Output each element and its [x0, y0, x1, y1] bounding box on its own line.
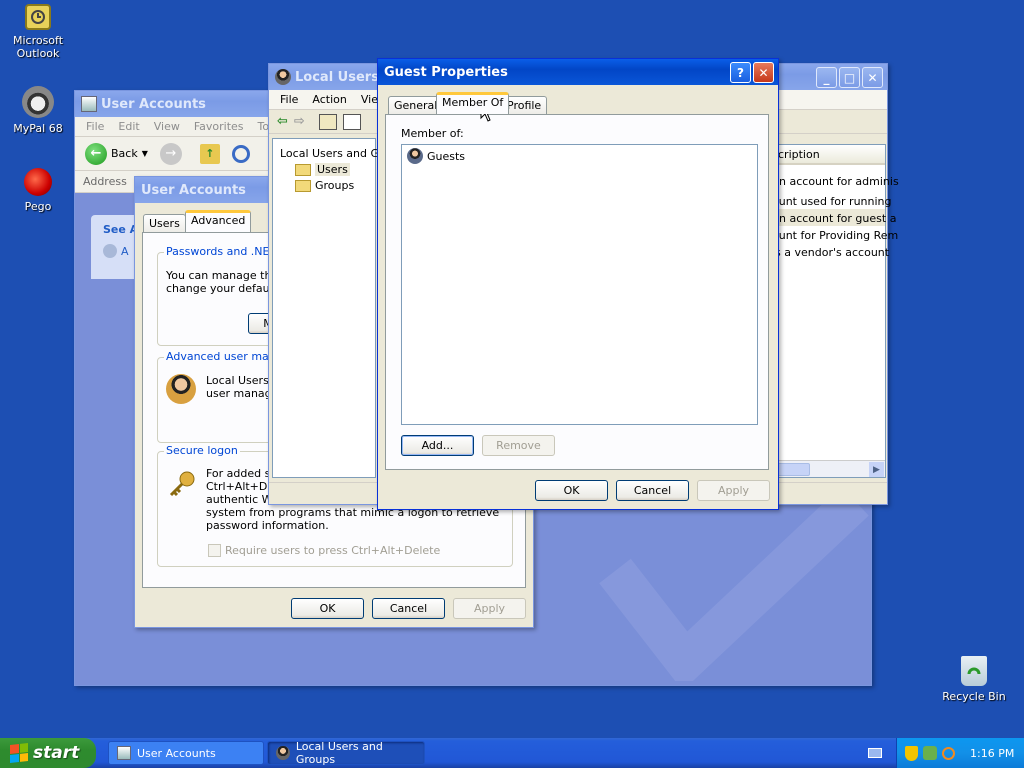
menu-edit[interactable]: Edit	[111, 120, 146, 133]
menu-action[interactable]: Action	[305, 93, 353, 106]
clock[interactable]: 1:16 PM	[970, 747, 1014, 760]
apply-button[interactable]: Apply	[453, 598, 526, 619]
menu-file[interactable]: File	[79, 120, 111, 133]
windows-flag-icon	[10, 743, 28, 763]
folder-icon	[295, 163, 311, 176]
user-accounts-icon	[117, 746, 131, 760]
pego-icon	[24, 168, 52, 196]
menu-favorites[interactable]: Favorites	[187, 120, 251, 133]
user-accounts-icon	[81, 96, 97, 112]
title-bar[interactable]: Guest Properties ? ✕	[378, 59, 778, 85]
guest-properties-dialog: Guest Properties ? ✕ General Member Of P…	[377, 58, 779, 510]
system-tray: 1:16 PM	[896, 738, 1024, 768]
ok-button[interactable]: OK	[535, 480, 608, 501]
desktop-icon-pego[interactable]: Pego	[0, 168, 76, 213]
raccoon-icon	[22, 86, 54, 118]
accounts-icon	[103, 244, 117, 258]
desktop-icon-label: Pego	[24, 200, 52, 213]
dialog-title: Guest Properties	[384, 64, 508, 80]
up-folder-icon[interactable]	[318, 113, 337, 130]
network-icon[interactable]	[923, 746, 937, 760]
users-icon	[276, 746, 290, 760]
back-button[interactable]: Back	[111, 147, 138, 160]
close-button[interactable]: ✕	[753, 62, 774, 83]
show-hide-tree-icon[interactable]	[342, 113, 361, 130]
window-controls: ? ✕	[730, 62, 774, 83]
key-icon	[168, 470, 196, 498]
search-icon[interactable]	[231, 144, 250, 163]
chevron-down-icon[interactable]: ▼	[142, 149, 148, 158]
cancel-button[interactable]: Cancel	[616, 480, 689, 501]
checkbox-label: Require users to press Ctrl+Alt+Delete	[225, 544, 441, 557]
tree-root[interactable]: Local Users and G	[273, 139, 379, 160]
menu-view[interactable]: View	[147, 120, 187, 133]
group-icon	[407, 148, 423, 164]
members-list[interactable]: Guests	[401, 144, 758, 425]
maximize-button[interactable]: □	[839, 67, 860, 88]
taskbar-item-local-users-groups[interactable]: Local Users and Groups	[267, 740, 425, 766]
start-label: start	[33, 743, 80, 763]
member-of-label: Member of:	[401, 127, 464, 140]
menu-file[interactable]: File	[273, 93, 305, 106]
desktop-icon-label: Microsoft Outlook	[12, 34, 64, 60]
up-folder-icon[interactable]: ↑	[199, 143, 220, 164]
window-controls: _ □ ✕	[816, 67, 883, 88]
taskbar-item-user-accounts[interactable]: User Accounts	[108, 741, 264, 765]
recycle-bin-icon	[961, 656, 987, 686]
apply-button[interactable]: Apply	[697, 480, 770, 501]
desktop-icon-mypal[interactable]: MyPal 68	[0, 86, 76, 135]
desktop-icon-label: MyPal 68	[13, 122, 63, 135]
checkbox-box[interactable]	[208, 544, 221, 557]
passwords-text: You can manage the change your default	[166, 269, 279, 295]
member-of-panel: Member of: Guests Add... Remove	[385, 114, 769, 470]
window-title: User Accounts	[101, 96, 206, 112]
tree-item-users[interactable]: Users	[273, 160, 375, 176]
help-button[interactable]: ?	[730, 62, 751, 83]
scroll-right-icon[interactable]: ▶	[869, 462, 884, 477]
users-keys-icon	[166, 374, 196, 404]
tab-users[interactable]: Users	[143, 214, 186, 233]
remove-button[interactable]: Remove	[482, 435, 555, 456]
group-title: Advanced user mana	[164, 350, 285, 363]
watermark-check-icon	[599, 491, 869, 681]
start-button[interactable]: start	[0, 738, 96, 768]
tab-advanced[interactable]: Advanced	[185, 210, 252, 232]
dialog-title: User Accounts	[141, 182, 246, 198]
users-icon	[275, 69, 291, 85]
folder-icon	[295, 179, 311, 192]
close-button[interactable]: ✕	[862, 67, 883, 88]
desktop-icon-recycle-bin[interactable]: Recycle Bin	[936, 656, 1012, 703]
tab-member-of[interactable]: Member Of	[436, 92, 510, 114]
search-icon[interactable]	[942, 746, 955, 760]
security-shield-icon[interactable]	[905, 745, 918, 761]
desktop-icon-label: Recycle Bin	[942, 690, 1006, 703]
list-item[interactable]: Guests	[402, 145, 757, 164]
address-label: Address	[83, 175, 127, 188]
cancel-button[interactable]: Cancel	[372, 598, 445, 619]
add-button[interactable]: Add...	[401, 435, 474, 456]
back-arrow-icon[interactable]: ⇦	[277, 114, 288, 129]
outlook-icon	[25, 4, 51, 30]
tree-item-groups[interactable]: Groups	[273, 176, 375, 192]
forward-arrow-icon[interactable]: →	[159, 142, 182, 165]
require-ctrl-alt-del-checkbox[interactable]: Require users to press Ctrl+Alt+Delete	[208, 544, 440, 557]
forward-arrow-icon[interactable]: ⇨	[294, 114, 305, 129]
keyboard-icon[interactable]	[868, 748, 882, 758]
desktop-icon-outlook[interactable]: Microsoft Outlook	[0, 4, 76, 60]
minimize-button[interactable]: _	[816, 67, 837, 88]
group-title: Secure logon	[164, 444, 240, 457]
ok-button[interactable]: OK	[291, 598, 364, 619]
back-arrow-icon[interactable]: ←	[85, 142, 107, 165]
tree-pane: Local Users and G Users Groups	[272, 138, 379, 478]
